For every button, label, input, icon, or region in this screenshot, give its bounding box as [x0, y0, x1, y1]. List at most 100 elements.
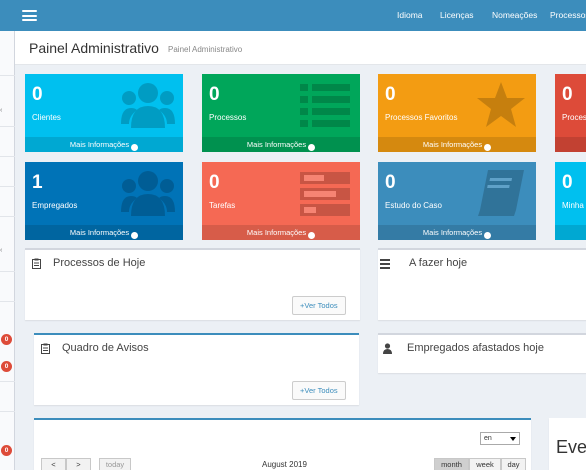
- nav-licencas[interactable]: Licenças: [440, 0, 474, 31]
- page-subtitle: Painel Administrativo: [168, 45, 243, 54]
- info-box-label: Tarefas: [209, 201, 236, 210]
- ver-todos-label: Ver Todos: [304, 386, 338, 395]
- chevron-down-icon: [510, 437, 516, 441]
- info-box-tarefas: 0 Tarefas Mais Informações ›: [202, 162, 360, 240]
- page-title: Painel Administrativo: [29, 40, 159, 56]
- sidebar-divider: [0, 126, 15, 127]
- sidebar-count-badge: 0: [1, 334, 12, 345]
- tasks-icon: [300, 172, 350, 216]
- info-box-processos-favoritos: 0 Processos Favoritos Mais Informações ›: [378, 74, 536, 152]
- info-box-minha-partial: 0 Minha: [555, 162, 586, 240]
- more-info-label: Mais Informações: [422, 140, 483, 149]
- more-info-label: Mais Informações: [246, 140, 307, 149]
- info-box-count: 0: [385, 84, 396, 105]
- info-box-count: 0: [209, 172, 220, 193]
- info-box-processos-partial: 0 Proces: [555, 74, 586, 152]
- more-info-label: Mais Informações: [246, 228, 307, 237]
- sidebar-count-badge: 0: [1, 361, 12, 372]
- more-info-label: Mais Informações: [69, 228, 130, 237]
- info-box-label: Processos Favoritos: [385, 113, 458, 122]
- calendar-today-button[interactable]: today: [99, 458, 131, 470]
- calendar-language-select[interactable]: en: [480, 432, 520, 445]
- more-info-link[interactable]: Mais Informações ›: [202, 137, 360, 152]
- calendar-next-button[interactable]: >: [66, 458, 91, 470]
- sidebar-divider: [0, 156, 15, 157]
- sidebar-divider: [0, 411, 15, 412]
- info-box-count: 0: [209, 84, 220, 105]
- info-box-clientes: 0 Clientes Mais Informações ›: [25, 74, 183, 152]
- info-box-estudo-do-caso: 0 Estudo do Caso Mais Informações ›: [378, 162, 536, 240]
- info-box-empregados: 1 Empregados Mais Informações ›: [25, 162, 183, 240]
- sidebar-count-badge: 0: [1, 445, 12, 456]
- sidebar-divider: [0, 186, 15, 187]
- info-box-label: Clientes: [32, 113, 61, 122]
- panel-title: Processos de Hoje: [53, 257, 146, 269]
- panel-quadro-avisos: Quadro de Avisos +Ver Todos: [34, 333, 359, 405]
- list-icon: [300, 84, 350, 127]
- nav-processos[interactable]: Processos: [550, 0, 586, 31]
- panel-title: A fazer hoje: [409, 257, 468, 269]
- ver-todos-button[interactable]: +Ver Todos: [292, 296, 346, 315]
- ver-todos-label: Ver Todos: [304, 301, 338, 310]
- info-box-label: Processos: [209, 113, 247, 122]
- clipboard-icon: [41, 343, 50, 354]
- more-info-link[interactable]: Mais Informações ›: [25, 137, 183, 152]
- users-icon: [121, 83, 175, 128]
- info-box-label: Estudo do Caso: [385, 201, 442, 210]
- info-box-label: Minha: [562, 201, 584, 210]
- arrow-circle-right-icon: ›: [308, 144, 316, 151]
- arrow-circle-right-icon: ›: [131, 232, 139, 239]
- arrow-circle-right-icon: ›: [484, 232, 492, 239]
- events-title: Eve: [556, 437, 586, 457]
- sidebar: ‹ ‹ 0 0 0: [0, 31, 15, 470]
- info-box-count: 0: [32, 84, 43, 105]
- calendar-view-day-button[interactable]: day: [501, 458, 526, 470]
- sidebar-divider: [0, 271, 15, 272]
- panel-processos-hoje: Processos de Hoje +Ver Todos: [25, 248, 360, 320]
- ver-todos-button[interactable]: +Ver Todos: [292, 381, 346, 400]
- arrow-circle-right-icon: ›: [308, 232, 316, 239]
- sidebar-chevron-icon[interactable]: ‹: [0, 247, 2, 254]
- arrow-circle-right-icon: ›: [484, 144, 492, 151]
- calendar-view-week-button[interactable]: week: [469, 458, 501, 470]
- users-icon: [121, 171, 175, 216]
- more-info-link[interactable]: Mais Informações ›: [202, 225, 360, 240]
- info-box-count: 1: [32, 172, 43, 193]
- calendar-language-value: en: [484, 435, 492, 442]
- info-box-label: Proces: [562, 113, 586, 122]
- panel-title: Empregados afastados hoje: [407, 342, 544, 354]
- sidebar-divider: [0, 75, 15, 76]
- more-info-link[interactable]: Mais Informações ›: [378, 137, 536, 152]
- nav-nomeacoes[interactable]: Nomeações: [492, 0, 537, 31]
- info-box-count: 0: [385, 172, 396, 193]
- arrow-circle-right-icon: ›: [131, 144, 139, 151]
- calendar-prev-button[interactable]: <: [41, 458, 66, 470]
- more-info-link[interactable]: [555, 137, 586, 152]
- panel-a-fazer-hoje: A fazer hoje: [378, 248, 586, 320]
- sidebar-toggle-icon[interactable]: [22, 10, 37, 21]
- info-box-count: 0: [562, 84, 573, 105]
- clipboard-icon: [32, 258, 41, 269]
- book-icon: [478, 170, 524, 216]
- info-box-processos: 0 Processos Mais Informações ›: [202, 74, 360, 152]
- calendar-month-title: August 2019: [262, 460, 307, 469]
- calendar-view-month-button[interactable]: month: [434, 458, 469, 470]
- panel-title: Quadro de Avisos: [62, 342, 149, 354]
- user-icon: [383, 343, 392, 354]
- star-icon: [477, 82, 525, 127]
- info-box-count: 0: [562, 172, 573, 193]
- more-info-label: Mais Informações: [422, 228, 483, 237]
- nav-idioma[interactable]: Idioma: [397, 0, 423, 31]
- content-header: Painel Administrativo Painel Administrat…: [15, 31, 586, 65]
- more-info-link[interactable]: Mais Informações ›: [378, 225, 536, 240]
- more-info-label: Mais Informações: [69, 140, 130, 149]
- sidebar-divider: [0, 381, 15, 382]
- tasks-list-icon: [380, 259, 390, 269]
- more-info-link[interactable]: Mais Informações ›: [25, 225, 183, 240]
- sidebar-divider: [0, 301, 15, 302]
- sidebar-divider: [0, 216, 15, 217]
- more-info-link[interactable]: [555, 225, 586, 240]
- panel-empregados-afastados: Empregados afastados hoje: [378, 333, 586, 373]
- info-box-label: Empregados: [32, 201, 78, 210]
- sidebar-chevron-icon[interactable]: ‹: [0, 107, 2, 114]
